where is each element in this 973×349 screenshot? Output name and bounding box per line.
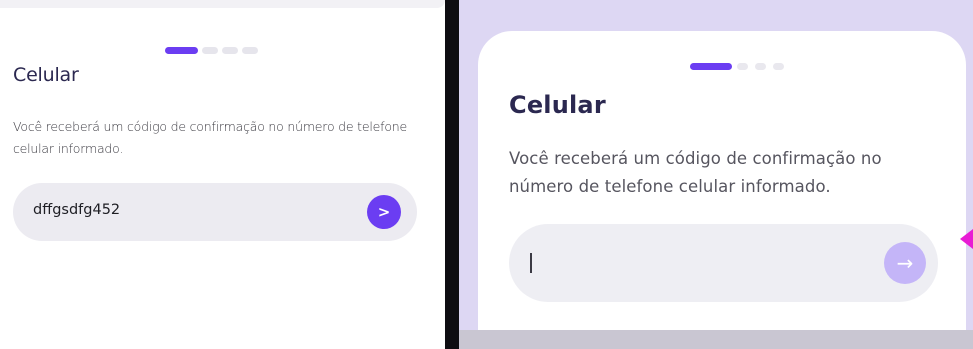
phone-input-value[interactable]: dffgsdfg452 bbox=[33, 202, 120, 218]
step-dot-active bbox=[165, 47, 198, 54]
page-title: Celular bbox=[509, 91, 606, 119]
step-dot bbox=[222, 47, 238, 54]
step-dot bbox=[242, 47, 258, 54]
panel-divider bbox=[445, 0, 459, 349]
phone-input-field[interactable]: → bbox=[509, 224, 938, 302]
arrow-right-icon: → bbox=[896, 251, 914, 275]
step-dot bbox=[755, 63, 766, 70]
page-title: Celular bbox=[13, 64, 79, 86]
left-panel: Celular Você receberá um código de confi… bbox=[0, 0, 445, 349]
step-dot bbox=[737, 63, 748, 70]
pointer-marker-icon bbox=[960, 229, 973, 249]
step-dot bbox=[773, 63, 784, 70]
step-dot-active bbox=[690, 63, 732, 70]
chevron-right-icon: > bbox=[377, 203, 391, 221]
left-card: Celular Você receberá um código de confi… bbox=[0, 8, 445, 349]
bottom-shade bbox=[459, 330, 973, 349]
description-text: Você receberá um código de confirmação n… bbox=[13, 119, 407, 156]
phone-input-field[interactable]: dffgsdfg452 > bbox=[13, 183, 417, 241]
submit-button[interactable]: → bbox=[884, 242, 926, 284]
description-text: Você receberá um código de confirmação n… bbox=[509, 149, 882, 196]
text-cursor bbox=[530, 253, 532, 273]
submit-button[interactable]: > bbox=[367, 195, 401, 229]
right-panel: Celular Você receberá um código de confi… bbox=[459, 0, 973, 349]
top-edge bbox=[0, 0, 445, 8]
right-card: Celular Você receberá um código de confi… bbox=[478, 31, 966, 331]
step-dot bbox=[202, 47, 218, 54]
